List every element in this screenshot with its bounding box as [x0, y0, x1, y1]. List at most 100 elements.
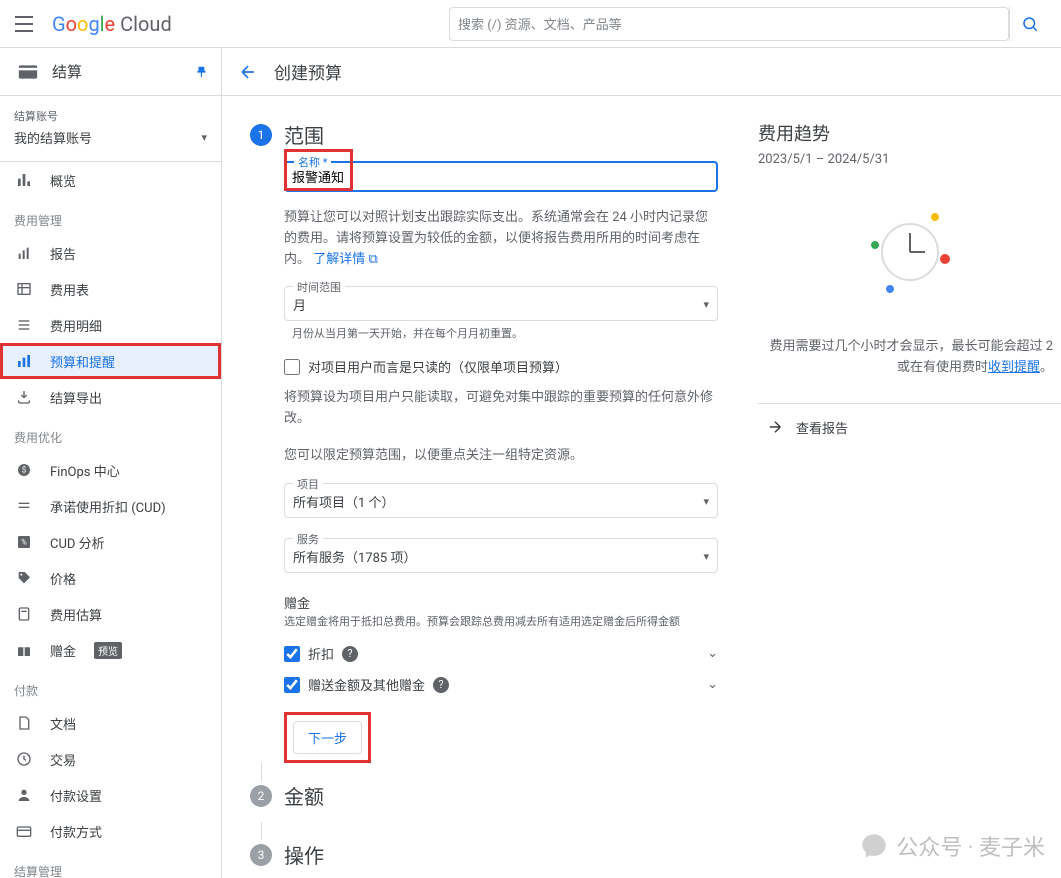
service-value: 所有服务（1785 项）	[293, 547, 416, 566]
sidebar-item-export[interactable]: 结算导出	[0, 379, 221, 415]
next-button-highlight: 下一步	[284, 712, 371, 763]
other-credits-row: 赠送金额及其他赠金 ? ⌄	[284, 669, 718, 700]
chevron-down-icon	[201, 130, 207, 145]
sidebar-item-cud[interactable]: 承诺使用折扣 (CUD)	[0, 488, 221, 524]
learn-more-link[interactable]: 了解详情	[313, 252, 365, 267]
group-pay: 付款	[0, 668, 221, 705]
watermark: 公众号 · 麦子米	[860, 830, 1045, 862]
time-range-helper: 月份从当月第一天开始，并在每个月月初重置。	[284, 325, 718, 341]
readonly-label: 对项目用户而言是只读的（仅限单项目预算）	[308, 357, 568, 376]
external-link-icon: ⧉	[369, 252, 378, 267]
next-button[interactable]: 下一步	[293, 721, 362, 754]
description-text: 预算让您可以对照计划支出跟踪实际支出。系统通常会在 24 小时内记录您的费用。请…	[284, 208, 718, 270]
sidebar-item-estimate[interactable]: 费用估算	[0, 596, 221, 632]
step-1-title: 范围	[284, 120, 324, 149]
credits-desc: 选定赠金将用于抵扣总费用。预算会跟踪总费用减去所有适用选定赠金后所得金额	[284, 614, 718, 631]
page-title: 创建预算	[274, 59, 342, 84]
account-label: 结算账号	[14, 108, 207, 124]
sidebar-item-cud-analysis[interactable]: % CUD 分析	[0, 524, 221, 560]
main-content: 创建预算 1 范围 名称 * 预算让您可以对照计划支出跟踪实际支出。系统通常会在…	[222, 48, 1061, 878]
project-field[interactable]: 项目 所有项目（1 个）	[284, 483, 718, 518]
export-icon	[14, 387, 34, 407]
name-field[interactable]: 名称 *	[284, 161, 718, 192]
back-arrow-icon[interactable]	[238, 62, 258, 82]
step-1-header: 1 范围	[250, 120, 718, 149]
group-manage: 结算管理	[0, 849, 221, 878]
google-cloud-logo[interactable]: Google Cloud	[52, 12, 172, 36]
overview-icon	[14, 170, 34, 190]
expand-icon[interactable]: ⌄	[707, 646, 718, 661]
help-icon[interactable]: ?	[433, 677, 449, 693]
clock-icon	[14, 749, 34, 769]
svg-text:%: %	[21, 538, 27, 547]
discount-label: 折扣	[308, 644, 334, 663]
sidebar-item-pay-settings[interactable]: 付款设置	[0, 777, 221, 813]
step-number-2: 2	[250, 785, 272, 807]
sidebar-item-budgets[interactable]: 预算和提醒	[0, 343, 221, 379]
group-cost-mgmt: 费用管理	[0, 198, 221, 235]
trend-text: 费用需要过几个小时才会显示，最长可能会超过 2 或在有使用费时收到提醒。	[758, 337, 1061, 379]
sidebar-title: 结算	[52, 61, 82, 82]
chevron-down-icon	[703, 549, 709, 564]
view-report-link[interactable]: 查看报告	[758, 403, 1061, 451]
other-credits-checkbox[interactable]	[284, 677, 300, 693]
sidebar-item-cost-breakdown[interactable]: 费用明细	[0, 307, 221, 343]
step-3-title: 操作	[284, 840, 324, 869]
sidebar-item-finops[interactable]: $ FinOps 中心	[0, 452, 221, 488]
user-icon	[14, 785, 34, 805]
calculator-icon	[14, 604, 34, 624]
step-2-header[interactable]: 2 金额	[250, 781, 718, 810]
time-range-value: 月	[293, 295, 306, 314]
service-field[interactable]: 服务 所有服务（1785 项）	[284, 538, 718, 573]
trend-title: 费用趋势	[758, 120, 1061, 146]
sidebar-item-cost-table[interactable]: 费用表	[0, 271, 221, 307]
sidebar-item-pricing[interactable]: 价格	[0, 560, 221, 596]
breakdown-icon	[14, 315, 34, 335]
table-icon	[14, 279, 34, 299]
docs-icon	[14, 713, 34, 733]
search-button[interactable]	[1009, 7, 1049, 41]
readonly-checkbox[interactable]	[284, 359, 300, 375]
alert-link[interactable]: 收到提醒	[988, 360, 1040, 375]
step-2-title: 金额	[284, 781, 324, 810]
top-header: Google Cloud 搜索 (/) 资源、文档、产品等	[0, 0, 1061, 48]
hamburger-menu-icon[interactable]	[12, 12, 36, 36]
billing-icon	[18, 64, 38, 80]
sidebar-item-overview[interactable]: 概览	[0, 162, 221, 198]
name-label: 名称 *	[294, 154, 331, 170]
budgets-icon	[14, 351, 34, 371]
preview-badge: 预览	[94, 642, 122, 659]
gift-icon	[14, 640, 34, 660]
clock-illustration	[758, 197, 1061, 307]
sidebar-item-docs[interactable]: 文档	[0, 705, 221, 741]
cost-trend-panel: 费用趋势 2023/5/1 – 2024/5/31 费用需要过几个小时才会显示，…	[758, 120, 1061, 854]
billing-account-selector[interactable]: 结算账号 我的结算账号	[0, 96, 221, 162]
step-3-header[interactable]: 3 操作	[250, 840, 718, 869]
sidebar-item-transactions[interactable]: 交易	[0, 741, 221, 777]
sidebar-item-reports[interactable]: 报告	[0, 235, 221, 271]
svg-text:$: $	[22, 466, 27, 475]
sidebar-item-pay-method[interactable]: 付款方式	[0, 813, 221, 849]
step-number-1: 1	[250, 124, 272, 146]
help-icon[interactable]: ?	[342, 646, 358, 662]
credits-label: 赠金	[284, 593, 718, 612]
content-header: 创建预算	[222, 48, 1061, 96]
scope-desc: 您可以限定预算范围，以便重点关注一组特定资源。	[284, 446, 718, 467]
pin-icon[interactable]	[195, 65, 209, 79]
time-range-field[interactable]: 时间范围 月	[284, 286, 718, 321]
sidebar: 结算 结算账号 我的结算账号 概览 费用管理 报告 费用表 费用明细	[0, 48, 222, 878]
time-range-label: 时间范围	[293, 279, 345, 295]
sidebar-item-credits[interactable]: 赠金 预览	[0, 632, 221, 668]
account-value: 我的结算账号	[14, 128, 92, 147]
group-optimize: 费用优化	[0, 415, 221, 452]
discount-row: 折扣 ? ⌄	[284, 638, 718, 669]
name-input[interactable]	[292, 165, 710, 188]
discount-checkbox[interactable]	[284, 646, 300, 662]
chevron-down-icon	[703, 494, 709, 509]
expand-icon[interactable]: ⌄	[707, 677, 718, 692]
project-label: 项目	[293, 476, 323, 492]
search-input[interactable]: 搜索 (/) 资源、文档、产品等	[449, 7, 1009, 41]
tag-icon	[14, 568, 34, 588]
trend-date-range: 2023/5/1 – 2024/5/31	[758, 152, 1061, 167]
percent-icon: %	[14, 532, 34, 552]
